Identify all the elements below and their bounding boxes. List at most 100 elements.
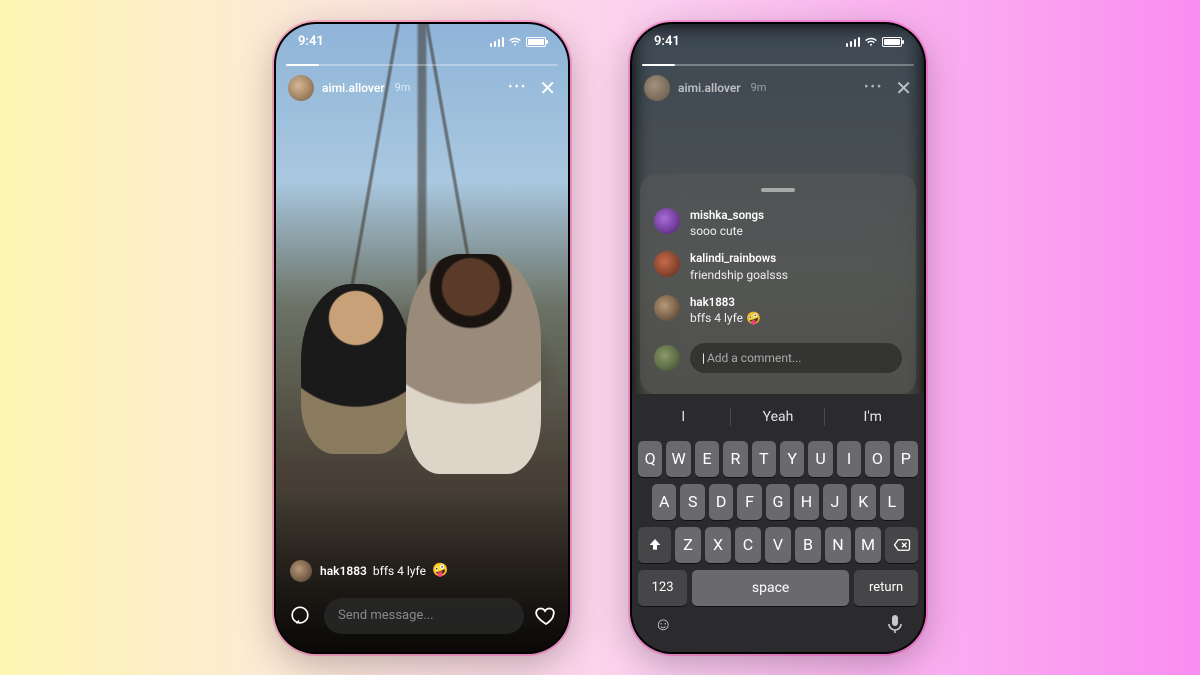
phone-left: 9:41 aimi.allover 9m ••• ✕ hak1883 bffs … — [274, 22, 570, 654]
status-time: 9:41 — [298, 34, 324, 49]
more-icon[interactable]: ••• — [864, 80, 883, 95]
key[interactable]: Y — [780, 441, 804, 477]
story-progress — [286, 64, 558, 66]
story-person-right — [406, 254, 541, 474]
numbers-key[interactable]: 123 — [638, 570, 687, 606]
key[interactable]: G — [766, 484, 790, 520]
pinned-comment[interactable]: hak1883 bffs 4 lyfe 🤪 — [290, 560, 448, 582]
story-age: 9m — [751, 81, 767, 94]
comment-user: hak1883 — [690, 295, 761, 311]
send-message-input[interactable]: Send message... — [324, 598, 524, 634]
keyboard[interactable]: I Yeah I'm Q W E R T Y U I O P A S D F — [632, 394, 924, 652]
emoji-key-icon[interactable]: ☺ — [654, 614, 672, 635]
add-comment-input[interactable]: | Add a comment... — [690, 343, 902, 373]
comment-user: kalindi_rainbows — [690, 251, 788, 267]
key[interactable]: V — [765, 527, 791, 563]
key[interactable]: P — [894, 441, 918, 477]
key[interactable]: Z — [675, 527, 701, 563]
wifi-icon — [508, 37, 522, 47]
wifi-icon — [864, 37, 878, 47]
cellular-icon — [846, 37, 861, 47]
key[interactable]: I — [837, 441, 861, 477]
key[interactable]: S — [680, 484, 704, 520]
story-photo[interactable] — [276, 24, 568, 652]
key[interactable]: J — [823, 484, 847, 520]
key[interactable]: T — [752, 441, 776, 477]
story-footer: Send message... — [286, 596, 558, 636]
status-right — [846, 37, 903, 47]
suggestion[interactable]: I'm — [825, 400, 920, 434]
suggestion[interactable]: Yeah — [731, 400, 826, 434]
author-username[interactable]: aimi.allover — [322, 81, 385, 95]
pinned-user: hak1883 — [320, 564, 367, 578]
author-username[interactable]: aimi.allover — [678, 81, 741, 95]
comment-user: mishka_songs — [690, 208, 764, 224]
comment-row[interactable]: hak1883 bffs 4 lyfe 🤪 — [654, 295, 902, 327]
pinned-emoji: 🤪 — [432, 563, 448, 578]
like-icon[interactable] — [534, 604, 558, 628]
story-header: aimi.allover 9m ••• ✕ — [288, 74, 556, 102]
key[interactable]: R — [723, 441, 747, 477]
key[interactable]: A — [652, 484, 676, 520]
key[interactable]: H — [794, 484, 818, 520]
screen-left: 9:41 aimi.allover 9m ••• ✕ hak1883 bffs … — [276, 24, 568, 652]
status-time: 9:41 — [654, 34, 680, 49]
space-key[interactable]: space — [692, 570, 849, 606]
comment-text: bffs 4 lyfe 🤪 — [690, 311, 761, 325]
close-icon[interactable]: ✕ — [539, 78, 556, 98]
key[interactable]: D — [709, 484, 733, 520]
key[interactable]: Q — [638, 441, 662, 477]
key[interactable]: E — [695, 441, 719, 477]
battery-icon — [526, 37, 546, 47]
self-avatar — [654, 345, 680, 371]
comments-sheet[interactable]: mishka_songs sooo cute kalindi_rainbows … — [640, 174, 916, 394]
backspace-key[interactable] — [885, 527, 918, 563]
send-placeholder: Send message... — [338, 608, 434, 623]
key[interactable]: X — [705, 527, 731, 563]
suggestion[interactable]: I — [636, 400, 731, 434]
shift-key[interactable] — [638, 527, 671, 563]
close-icon[interactable]: ✕ — [895, 78, 912, 98]
comment-avatar — [654, 251, 680, 277]
key[interactable]: K — [851, 484, 875, 520]
key-row: Z X C V B N M — [636, 527, 920, 563]
comment-text: friendship goalsss — [690, 268, 788, 282]
phone-right: 9:41 aimi.allover 9m ••• ✕ mishka_songs — [630, 22, 926, 654]
screen-right: 9:41 aimi.allover 9m ••• ✕ mishka_songs — [632, 24, 924, 652]
status-bar: 9:41 — [632, 24, 924, 60]
key[interactable]: C — [735, 527, 761, 563]
key[interactable]: U — [808, 441, 832, 477]
sheet-grabber[interactable] — [761, 188, 795, 192]
comment-avatar — [654, 208, 680, 234]
comment-row[interactable]: kalindi_rainbows friendship goalsss — [654, 251, 902, 283]
key[interactable]: F — [737, 484, 761, 520]
comment-row[interactable]: mishka_songs sooo cute — [654, 208, 902, 240]
battery-icon — [882, 37, 902, 47]
keyboard-footer: ☺ — [636, 606, 920, 637]
return-key[interactable]: return — [854, 570, 918, 606]
key-row: 123 space return — [636, 570, 920, 606]
key[interactable]: B — [795, 527, 821, 563]
author-avatar[interactable] — [644, 75, 670, 101]
story-age: 9m — [395, 81, 411, 94]
key[interactable]: O — [865, 441, 889, 477]
story-progress — [642, 64, 914, 66]
pinned-text: hak1883 bffs 4 lyfe 🤪 — [320, 563, 448, 578]
key[interactable]: W — [666, 441, 690, 477]
suggestion-row: I Yeah I'm — [636, 400, 920, 434]
comment-text: sooo cute — [690, 224, 743, 238]
pinned-body: bffs 4 lyfe — [373, 564, 426, 578]
key[interactable]: M — [855, 527, 881, 563]
pinned-avatar — [290, 560, 312, 582]
key-row: Q W E R T Y U I O P — [636, 441, 920, 477]
key[interactable]: L — [880, 484, 904, 520]
add-comment-placeholder: Add a comment... — [707, 351, 801, 365]
chat-icon[interactable] — [286, 602, 314, 630]
author-avatar[interactable] — [288, 75, 314, 101]
cellular-icon — [490, 37, 505, 47]
key[interactable]: N — [825, 527, 851, 563]
story-person-left — [301, 284, 411, 454]
more-icon[interactable]: ••• — [508, 80, 527, 95]
mic-icon[interactable] — [888, 614, 902, 635]
comment-avatar — [654, 295, 680, 321]
